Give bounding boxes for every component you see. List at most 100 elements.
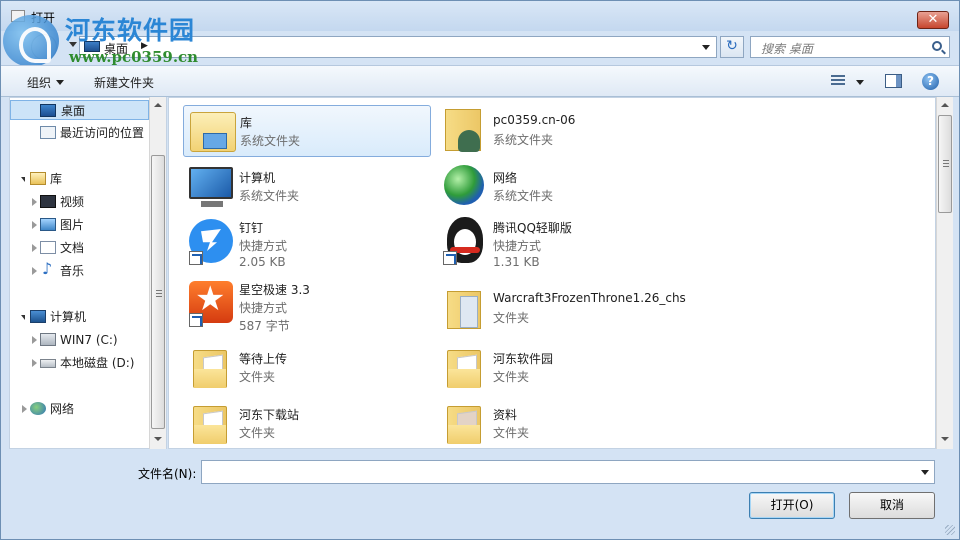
sidebar-item-recent-places[interactable]: 最近访问的位置 — [10, 123, 149, 143]
star-speed-icon — [187, 279, 233, 327]
file-name: 钉钉 — [239, 221, 264, 235]
filename-input[interactable] — [201, 460, 935, 484]
pictures-icon — [40, 218, 56, 231]
shortcut-arrow-icon — [189, 251, 203, 265]
file-list[interactable]: 库 系统文件夹 pc0359.cn-06 系统文件夹 计算机 系统文件夹 网络 … — [168, 97, 936, 449]
file-item[interactable]: 星空极速 3.3 快捷方式 587 字节 — [183, 273, 431, 335]
file-type: 文件夹 — [493, 311, 530, 325]
file-item[interactable]: pc0359.cn-06 系统文件夹 — [437, 105, 685, 157]
open-file-dialog: 打开 ✕ 桌面 ▶ ↻ 搜索 桌面 河东软件园 www.pc0359.cn 组织… — [0, 0, 960, 540]
music-icon — [40, 259, 56, 279]
folder-icon — [187, 400, 233, 446]
file-item[interactable]: 等待上传 文件夹 — [183, 342, 431, 394]
sidebar-item-libraries[interactable]: 库 — [10, 169, 149, 189]
file-name: 河东下载站 — [239, 408, 300, 422]
filename-dropdown-icon[interactable] — [921, 470, 929, 475]
file-item[interactable]: 河东软件园 文件夹 — [437, 342, 685, 394]
sidebar-item-desktop[interactable]: 桌面 — [10, 100, 149, 120]
computer-icon — [30, 310, 46, 323]
sidebar-item-pictures[interactable]: 图片 — [10, 215, 149, 235]
change-view-icon[interactable] — [831, 74, 847, 88]
file-item[interactable]: 库 系统文件夹 — [183, 105, 431, 157]
computer-icon — [187, 163, 233, 209]
sidebar-item-computer[interactable]: 计算机 — [10, 307, 149, 327]
watermark-url: www.pc0359.cn — [69, 48, 199, 66]
navigation-scrollbar[interactable] — [149, 97, 166, 449]
sidebar-item-label: 图片 — [60, 218, 85, 232]
search-placeholder: 搜索 桌面 — [761, 42, 813, 56]
file-item[interactable]: 腾讯QQ轻聊版 快捷方式 1.31 KB — [437, 211, 685, 273]
qq-penguin-icon — [441, 217, 487, 265]
address-dropdown-icon[interactable] — [702, 45, 710, 50]
file-type: 文件夹 — [493, 370, 530, 384]
file-name: 资料 — [493, 408, 518, 422]
file-item[interactable]: 计算机 系统文件夹 — [183, 161, 431, 213]
file-type: 文件夹 — [239, 426, 276, 440]
file-type: 快捷方式 — [239, 239, 288, 253]
libraries-icon — [30, 172, 46, 185]
filename-label: 文件名(N): — [138, 467, 197, 481]
file-name: 星空极速 3.3 — [239, 283, 310, 297]
folder-icon — [441, 400, 487, 446]
folder-icon — [441, 344, 487, 390]
navigation-pane[interactable]: 桌面 最近访问的位置 库 视频 图片 文档 音乐 — [9, 97, 167, 449]
search-input[interactable]: 搜索 桌面 — [750, 36, 950, 58]
file-type: 快捷方式 — [239, 301, 288, 315]
sidebar-item-documents[interactable]: 文档 — [10, 238, 149, 258]
view-options-dropdown-icon[interactable] — [856, 80, 864, 85]
scrollbar-thumb[interactable] — [151, 155, 165, 429]
sidebar-item-label: 音乐 — [60, 264, 85, 278]
chevron-down-icon[interactable] — [56, 80, 64, 85]
network-globe-icon — [441, 163, 487, 209]
file-list-scrollbar[interactable] — [936, 97, 953, 449]
sidebar-item-label: 本地磁盘 (D:) — [60, 356, 135, 370]
watermark-title: 河东软件园 — [65, 16, 196, 45]
sidebar-item-drive-c[interactable]: WIN7 (C:) — [10, 330, 149, 350]
file-type: 系统文件夹 — [240, 134, 301, 148]
scroll-down-arrow-icon[interactable] — [941, 437, 949, 441]
open-button[interactable]: 打开(O) — [749, 492, 835, 519]
sidebar-item-video[interactable]: 视频 — [10, 192, 149, 212]
sidebar-item-drive-d[interactable]: 本地磁盘 (D:) — [10, 353, 149, 373]
file-size: 587 字节 — [239, 319, 290, 333]
file-name: 计算机 — [239, 171, 276, 185]
file-type: 文件夹 — [239, 370, 276, 384]
preview-pane-icon[interactable] — [885, 74, 902, 88]
resize-grip-icon[interactable] — [945, 525, 955, 535]
sidebar-item-label: WIN7 (C:) — [60, 333, 118, 347]
sidebar-item-music[interactable]: 音乐 — [10, 259, 149, 281]
folder-icon — [441, 285, 487, 331]
sidebar-item-label: 网络 — [50, 402, 75, 416]
file-item[interactable]: 网络 系统文件夹 — [437, 161, 685, 213]
file-item[interactable]: 钉钉 快捷方式 2.05 KB — [183, 211, 431, 273]
help-icon[interactable]: ? — [922, 73, 939, 90]
file-type: 系统文件夹 — [239, 189, 300, 203]
scroll-up-arrow-icon[interactable] — [941, 103, 949, 107]
file-name: 腾讯QQ轻聊版 — [493, 221, 572, 235]
video-icon — [40, 195, 56, 208]
sidebar-item-label: 库 — [50, 172, 63, 186]
close-button[interactable]: ✕ — [917, 11, 949, 29]
new-folder-button[interactable]: 新建文件夹 — [94, 74, 154, 91]
file-type: 系统文件夹 — [493, 133, 554, 147]
scroll-down-arrow-icon[interactable] — [154, 437, 162, 441]
shortcut-arrow-icon — [189, 313, 203, 327]
sidebar-item-label: 桌面 — [61, 104, 86, 118]
refresh-button[interactable]: ↻ — [720, 36, 744, 58]
desktop-icon — [40, 104, 56, 117]
cancel-button[interactable]: 取消 — [849, 492, 935, 519]
shortcut-arrow-icon — [443, 251, 457, 265]
scroll-up-arrow-icon[interactable] — [154, 103, 162, 107]
file-item[interactable]: 资料 文件夹 — [437, 398, 685, 450]
sidebar-item-network[interactable]: 网络 — [10, 399, 149, 419]
file-name: 网络 — [493, 171, 518, 185]
file-item[interactable]: 河东下载站 文件夹 — [183, 398, 431, 450]
file-type: 系统文件夹 — [493, 189, 554, 203]
file-name: Warcraft3FrozenThrone1.26_chs — [493, 291, 686, 305]
organize-button[interactable]: 组织 — [27, 74, 51, 91]
file-item[interactable]: Warcraft3FrozenThrone1.26_chs 文件夹 — [437, 283, 686, 335]
scrollbar-thumb[interactable] — [938, 115, 952, 213]
file-type: 快捷方式 — [493, 239, 542, 253]
file-name: 库 — [240, 116, 253, 130]
search-icon[interactable] — [932, 41, 942, 51]
